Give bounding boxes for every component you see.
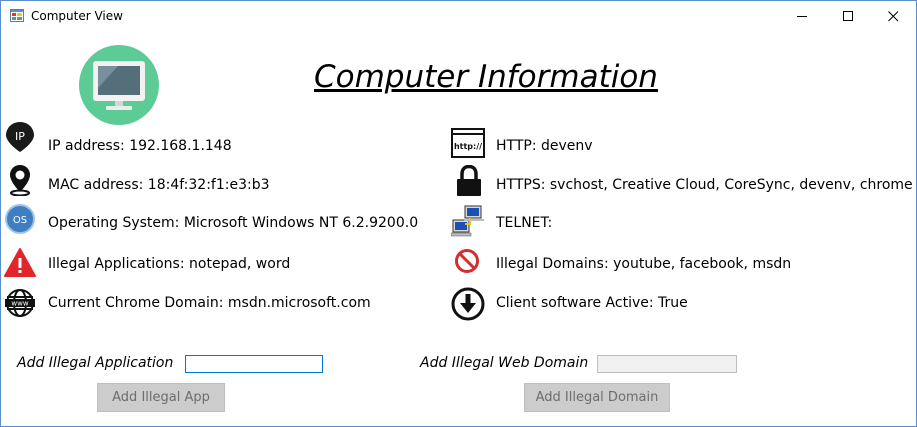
add-app-input[interactable] <box>185 355 323 373</box>
client-software-text: Client software Active: True <box>496 295 688 311</box>
http-icon-text: http:// <box>454 142 482 151</box>
chrome-domain-text: Current Chrome Domain: msdn.microsoft.co… <box>48 295 371 311</box>
ip-pin-text: IP <box>15 130 25 143</box>
www-icon-text: www <box>11 300 28 308</box>
add-app-button[interactable]: Add Illegal App <box>97 383 225 412</box>
mac-address-text: MAC address: 18:4f:32:f1:e3:b3 <box>48 177 270 193</box>
minimize-icon <box>797 16 807 17</box>
telnet-text: TELNET: <box>496 215 553 231</box>
illegal-domains-text: Illegal Domains: youtube, facebook, msdn <box>496 256 792 272</box>
computer-logo-icon <box>79 45 159 125</box>
page-title: Computer Information <box>314 59 658 95</box>
app-window: Computer View Computer Information IP OS <box>0 0 917 427</box>
minimize-button[interactable] <box>779 1 825 31</box>
add-domain-button[interactable]: Add Illegal Domain <box>524 383 670 412</box>
maximize-icon <box>843 11 853 21</box>
http-browser-icon: http:// <box>451 128 485 158</box>
network-computers-icon <box>451 205 484 237</box>
download-arrow-icon <box>451 287 485 321</box>
http-text: HTTP: devenv <box>496 138 593 154</box>
www-globe-icon: www <box>5 289 35 317</box>
location-pin-icon <box>10 165 30 196</box>
lock-icon <box>457 165 481 196</box>
os-icon: OS <box>5 204 35 234</box>
window-title: Computer View <box>31 9 123 23</box>
add-domain-label: Add Illegal Web Domain <box>420 355 589 371</box>
https-text: HTTPS: svchost, Creative Cloud, CoreSync… <box>496 177 913 193</box>
add-domain-input[interactable] <box>597 355 737 373</box>
operating-system-text: Operating System: Microsoft Windows NT 6… <box>48 215 419 231</box>
prohibited-icon <box>455 249 479 273</box>
os-icon-text: OS <box>13 215 27 226</box>
maximize-button[interactable] <box>825 1 871 31</box>
close-button[interactable] <box>870 1 916 31</box>
ip-pin-icon: IP <box>6 122 34 152</box>
title-bar[interactable]: Computer View <box>1 1 916 31</box>
add-app-label: Add Illegal Application <box>17 355 174 371</box>
ip-address-text: IP address: 192.168.1.148 <box>48 138 232 154</box>
window-app-icon <box>10 9 24 22</box>
close-icon <box>888 11 899 22</box>
warning-icon <box>4 248 36 277</box>
illegal-applications-text: Illegal Applications: notepad, word <box>48 256 291 272</box>
